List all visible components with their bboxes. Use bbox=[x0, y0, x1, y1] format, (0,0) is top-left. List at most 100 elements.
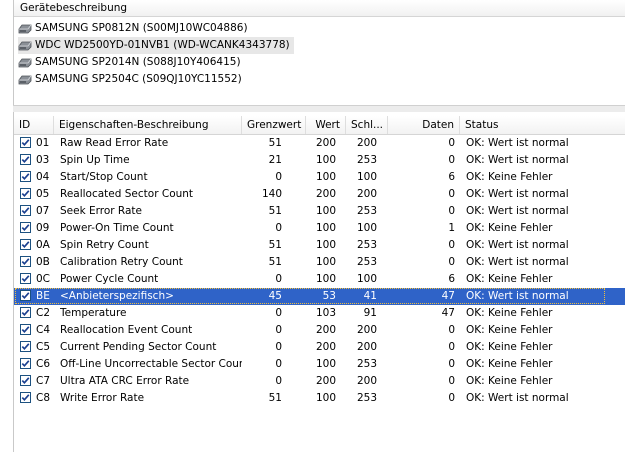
row-checkbox[interactable] bbox=[20, 188, 31, 199]
attribute-threshold: 0 bbox=[275, 324, 282, 336]
attribute-worst: 253 bbox=[356, 392, 377, 404]
table-body: 01 Raw Read Error Rate 51 200 200 0 OK: Wert i… bbox=[14, 135, 625, 407]
attribute-id: C4 bbox=[36, 324, 51, 336]
table-header: ID Eigenschaften-Beschreibung Grenzwert … bbox=[14, 116, 625, 135]
attribute-id: 0A bbox=[36, 239, 50, 251]
attribute-data: 0 bbox=[448, 341, 455, 353]
checkmark-icon bbox=[21, 309, 30, 317]
table-row[interactable]: 07 Seek Error Rate 51 100 253 0 OK: Wert ist n… bbox=[14, 203, 625, 220]
attribute-worst: 253 bbox=[356, 358, 377, 370]
table-row[interactable]: 09 Power-On Time Count 0 100 100 1 OK: Keine F… bbox=[14, 220, 625, 237]
row-checkbox[interactable] bbox=[20, 307, 31, 318]
checkmark-icon bbox=[21, 173, 30, 181]
attribute-value: 100 bbox=[315, 239, 336, 251]
attribute-data: 6 bbox=[448, 171, 455, 183]
attribute-status: OK: Wert ist normal bbox=[466, 188, 569, 200]
column-header-data[interactable]: Daten bbox=[388, 116, 460, 134]
table-row[interactable]: 0C Power Cycle Count 0 100 100 6 OK: Keine Feh… bbox=[14, 271, 625, 288]
attribute-description: Power-On Time Count bbox=[60, 222, 174, 234]
device-item[interactable]: SAMSUNG SP2014N (S088J10Y406415) bbox=[18, 54, 294, 71]
table-row[interactable]: C2 Temperature 0 103 91 47 OK: Keine Fehler bbox=[14, 305, 625, 322]
column-header-value[interactable]: Wert bbox=[306, 116, 346, 134]
table-row[interactable]: 0A Spin Retry Count 51 100 253 0 OK: Wert ist … bbox=[14, 237, 625, 254]
hard-disk-icon bbox=[18, 41, 32, 51]
attribute-value: 53 bbox=[322, 290, 336, 302]
attribute-data: 0 bbox=[448, 205, 455, 217]
attribute-worst: 200 bbox=[356, 324, 377, 336]
device-item[interactable]: SAMSUNG SP0812N (S00MJ10WC04886) bbox=[18, 20, 294, 37]
table-row[interactable]: 01 Raw Read Error Rate 51 200 200 0 OK: Wert i… bbox=[14, 135, 625, 152]
attribute-value: 100 bbox=[315, 273, 336, 285]
attribute-description: Spin Up Time bbox=[60, 154, 130, 166]
row-checkbox[interactable] bbox=[20, 256, 31, 267]
attribute-data: 0 bbox=[448, 256, 455, 268]
attribute-description: Seek Error Rate bbox=[60, 205, 143, 217]
row-checkbox[interactable] bbox=[20, 324, 31, 335]
attribute-description: Reallocation Event Count bbox=[60, 324, 193, 336]
row-checkbox[interactable] bbox=[20, 171, 31, 182]
attribute-id: 0B bbox=[36, 256, 50, 268]
attribute-threshold: 51 bbox=[268, 205, 282, 217]
checkmark-icon bbox=[21, 139, 30, 147]
attribute-value: 100 bbox=[315, 358, 336, 370]
table-row[interactable]: 05 Reallocated Sector Count 140 200 200 0 OK: … bbox=[14, 186, 625, 203]
attribute-threshold: 0 bbox=[275, 341, 282, 353]
attribute-value: 200 bbox=[315, 188, 336, 200]
row-checkbox[interactable] bbox=[20, 375, 31, 386]
column-header-description[interactable]: Eigenschaften-Beschreibung bbox=[54, 116, 242, 134]
row-checkbox[interactable] bbox=[20, 205, 31, 216]
checkmark-icon bbox=[21, 343, 30, 351]
table-row[interactable]: C6 Off-Line Uncorrectable Sector Count 0 10… bbox=[14, 356, 625, 373]
device-list-header[interactable]: Gerätebeschreibung bbox=[14, 0, 625, 17]
attribute-id: C7 bbox=[36, 375, 51, 387]
attribute-data: 0 bbox=[448, 375, 455, 387]
row-checkbox[interactable] bbox=[20, 222, 31, 233]
attribute-data: 6 bbox=[448, 273, 455, 285]
row-checkbox[interactable] bbox=[20, 154, 31, 165]
attribute-threshold: 0 bbox=[275, 222, 282, 234]
table-row[interactable]: 04 Start/Stop Count 0 100 100 6 OK: Keine Fehl… bbox=[14, 169, 625, 186]
column-header-id[interactable]: ID bbox=[14, 116, 54, 134]
checkmark-icon bbox=[21, 258, 30, 266]
table-row[interactable]: 0B Calibration Retry Count 51 100 253 0 OK: We… bbox=[14, 254, 625, 271]
attribute-status: OK: Wert ist normal bbox=[466, 154, 569, 166]
attribute-worst: 200 bbox=[356, 137, 377, 149]
device-item[interactable]: WDC WD2500YD-01NVB1 (WD-WCANK4343778) bbox=[18, 37, 294, 54]
device-item-label: WDC WD2500YD-01NVB1 (WD-WCANK4343778) bbox=[35, 39, 290, 51]
table-row[interactable]: C7 Ultra ATA CRC Error Rate 0 200 200 0 OK: Ke… bbox=[14, 373, 625, 390]
checkmark-icon bbox=[21, 207, 30, 215]
attribute-threshold: 21 bbox=[268, 154, 282, 166]
attribute-id: 03 bbox=[36, 154, 50, 166]
row-checkbox[interactable] bbox=[20, 239, 31, 250]
attribute-status: OK: Wert ist normal bbox=[466, 137, 569, 149]
column-header-threshold[interactable]: Grenzwert bbox=[242, 116, 306, 134]
table-row[interactable]: C4 Reallocation Event Count 0 200 200 0 OK: Ke… bbox=[14, 322, 625, 339]
attribute-threshold: 51 bbox=[268, 256, 282, 268]
attribute-data: 0 bbox=[448, 154, 455, 166]
table-row[interactable]: BE <Anbieterspezifisch> 45 53 41 47 OK: Wert i… bbox=[14, 288, 625, 305]
checkmark-icon bbox=[21, 275, 30, 283]
row-checkbox[interactable] bbox=[20, 358, 31, 369]
attribute-description: Calibration Retry Count bbox=[60, 256, 183, 268]
checkmark-icon bbox=[21, 292, 30, 300]
device-item[interactable]: SAMSUNG SP2504C (S09QJ10YC11552) bbox=[18, 71, 294, 88]
table-row[interactable]: C8 Write Error Rate 51 100 253 0 OK: Wert ist … bbox=[14, 390, 625, 407]
attribute-data: 0 bbox=[448, 324, 455, 336]
table-row[interactable]: 03 Spin Up Time 21 100 253 0 OK: Wert ist norm… bbox=[14, 152, 625, 169]
row-checkbox[interactable] bbox=[20, 290, 31, 301]
table-row[interactable]: C5 Current Pending Sector Count 0 200 200 0 OK… bbox=[14, 339, 625, 356]
row-checkbox[interactable] bbox=[20, 341, 31, 352]
row-checkbox[interactable] bbox=[20, 273, 31, 284]
attribute-status: OK: Wert ist normal bbox=[466, 392, 569, 404]
column-header-worst[interactable]: Schl... bbox=[346, 116, 388, 134]
checkmark-icon bbox=[21, 326, 30, 334]
column-header-status[interactable]: Status bbox=[460, 116, 625, 134]
row-checkbox[interactable] bbox=[20, 392, 31, 403]
attribute-id: 09 bbox=[36, 222, 50, 234]
attribute-id: 01 bbox=[36, 137, 50, 149]
attribute-description: Off-Line Uncorrectable Sector Count bbox=[60, 358, 242, 370]
row-checkbox[interactable] bbox=[20, 137, 31, 148]
attribute-worst: 41 bbox=[363, 290, 377, 302]
attribute-data: 0 bbox=[448, 392, 455, 404]
attribute-description: Spin Retry Count bbox=[60, 239, 149, 251]
